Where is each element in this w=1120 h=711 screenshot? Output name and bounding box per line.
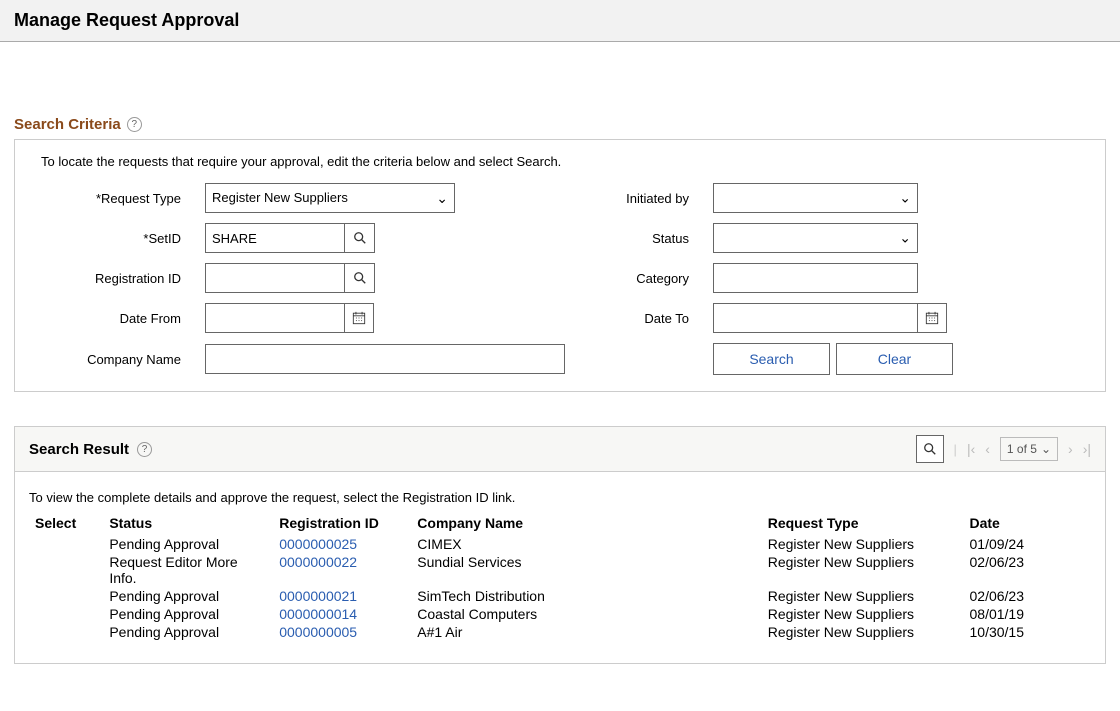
initiated-by-select[interactable]: ⌄ — [713, 183, 918, 213]
cell-status: Request Editor More Info. — [103, 553, 273, 587]
col-company-name: Company Name — [411, 511, 761, 535]
initiated-by-label: Initiated by — [579, 191, 709, 206]
search-icon — [353, 271, 367, 285]
date-to-input[interactable] — [713, 303, 918, 333]
cell-type: Register New Suppliers — [762, 623, 964, 641]
cell-date: 08/01/19 — [964, 605, 1092, 623]
date-from-input[interactable] — [205, 303, 345, 333]
cell-date: 10/30/15 — [964, 623, 1092, 641]
table-row: Request Editor More Info. 0000000022 Sun… — [29, 553, 1091, 587]
category-input[interactable] — [713, 263, 918, 293]
chevron-down-icon: ⌄ — [1041, 442, 1051, 456]
search-icon — [923, 442, 937, 456]
registration-id-link[interactable]: 0000000025 — [279, 536, 357, 552]
request-type-select[interactable]: Register New Suppliers ⌄ — [205, 183, 455, 213]
next-page-icon[interactable]: › — [1068, 441, 1073, 457]
first-page-icon[interactable]: |‹ — [967, 441, 975, 457]
chevron-down-icon: ⌄ — [899, 190, 911, 207]
table-row: Pending Approval 0000000005 A#1 Air Regi… — [29, 623, 1091, 641]
date-to-calendar-button[interactable] — [917, 303, 947, 333]
registration-id-link[interactable]: 0000000005 — [279, 624, 357, 640]
registration-id-link[interactable]: 0000000021 — [279, 588, 357, 604]
cell-type: Register New Suppliers — [762, 553, 964, 587]
registration-id-label: Registration ID — [41, 271, 201, 286]
chevron-down-icon: ⌄ — [899, 230, 911, 247]
divider-icon: | — [954, 442, 957, 457]
prev-page-icon[interactable]: ‹ — [985, 441, 990, 457]
registration-id-lookup-button[interactable] — [345, 263, 375, 293]
search-result-body: To view the complete details and approve… — [14, 472, 1106, 664]
company-name-label: Company Name — [41, 352, 201, 367]
search-icon — [353, 231, 367, 245]
cell-status: Pending Approval — [103, 605, 273, 623]
cell-date: 02/06/23 — [964, 553, 1092, 587]
date-to-label: Date To — [579, 311, 709, 326]
search-criteria-title: Search Criteria ? — [14, 116, 1106, 133]
help-icon[interactable]: ? — [137, 442, 152, 457]
page-title: Manage Request Approval — [14, 10, 1106, 31]
table-row: Pending Approval 0000000021 SimTech Dist… — [29, 587, 1091, 605]
search-criteria-desc: To locate the requests that require your… — [41, 154, 1079, 169]
cell-type: Register New Suppliers — [762, 605, 964, 623]
setid-lookup-button[interactable] — [345, 223, 375, 253]
col-status: Status — [103, 511, 273, 535]
col-request-type: Request Type — [762, 511, 964, 535]
result-desc: To view the complete details and approve… — [29, 490, 1091, 505]
cell-status: Pending Approval — [103, 623, 273, 641]
status-label: Status — [579, 231, 709, 246]
cell-status: Pending Approval — [103, 587, 273, 605]
search-button[interactable]: Search — [713, 343, 830, 375]
page-header: Manage Request Approval — [0, 0, 1120, 42]
cell-type: Register New Suppliers — [762, 587, 964, 605]
cell-date: 02/06/23 — [964, 587, 1092, 605]
last-page-icon[interactable]: ›| — [1083, 441, 1091, 457]
cell-company: Coastal Computers — [411, 605, 761, 623]
cell-company: CIMEX — [411, 535, 761, 553]
registration-id-link[interactable]: 0000000014 — [279, 606, 357, 622]
registration-id-input[interactable] — [205, 263, 345, 293]
cell-date: 01/09/24 — [964, 535, 1092, 553]
category-label: Category — [579, 271, 709, 286]
date-from-label: Date From — [41, 311, 201, 326]
clear-button[interactable]: Clear — [836, 343, 953, 375]
search-criteria-panel: To locate the requests that require your… — [14, 139, 1106, 392]
cell-status: Pending Approval — [103, 535, 273, 553]
setid-input[interactable] — [205, 223, 345, 253]
setid-label: *SetID — [41, 231, 201, 246]
calendar-icon — [352, 311, 366, 325]
help-icon[interactable]: ? — [127, 117, 142, 132]
results-table: Select Status Registration ID Company Na… — [29, 511, 1091, 641]
pager-dropdown[interactable]: 1 of 5 ⌄ — [1000, 437, 1058, 461]
cell-company: A#1 Air — [411, 623, 761, 641]
result-search-button[interactable] — [916, 435, 944, 463]
col-select: Select — [29, 511, 103, 535]
calendar-icon — [925, 311, 939, 325]
col-date: Date — [964, 511, 1092, 535]
result-pagination: | |‹ ‹ 1 of 5 ⌄ › ›| — [916, 435, 1091, 463]
cell-type: Register New Suppliers — [762, 535, 964, 553]
search-result-title: Search Result ? — [29, 441, 152, 458]
cell-company: SimTech Distribution — [411, 587, 761, 605]
date-from-calendar-button[interactable] — [344, 303, 374, 333]
search-result-header: Search Result ? | |‹ ‹ 1 of 5 ⌄ › ›| — [14, 426, 1106, 472]
registration-id-link[interactable]: 0000000022 — [279, 554, 357, 570]
table-row: Pending Approval 0000000025 CIMEX Regist… — [29, 535, 1091, 553]
chevron-down-icon: ⌄ — [436, 184, 448, 212]
cell-company: Sundial Services — [411, 553, 761, 587]
request-type-label: *Request Type — [41, 191, 201, 206]
table-row: Pending Approval 0000000014 Coastal Comp… — [29, 605, 1091, 623]
company-name-input[interactable] — [205, 344, 565, 374]
col-registration-id: Registration ID — [273, 511, 411, 535]
status-select[interactable]: ⌄ — [713, 223, 918, 253]
